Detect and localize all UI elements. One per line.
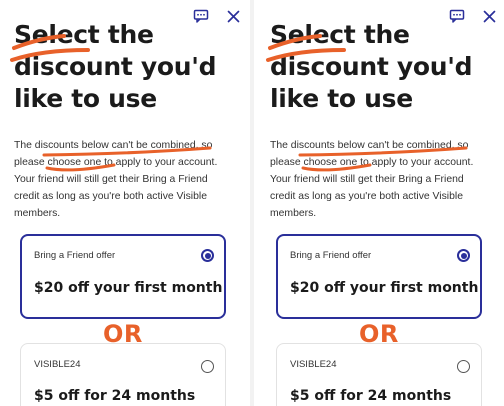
offer-card-bring-a-friend[interactable]: Bring a Friend offer $20 off your first …: [20, 234, 226, 319]
offer-label: Bring a Friend offer: [34, 250, 116, 261]
title-line: discount you'd: [270, 52, 473, 81]
offer-card-visible24[interactable]: VISIBLE24 $5 off for 24 months: [20, 343, 226, 406]
title-line: Select the: [14, 20, 154, 49]
offer-label: VISIBLE24: [290, 359, 337, 370]
panel-divider: [250, 0, 254, 406]
offer-label: Bring a Friend offer: [290, 250, 372, 261]
description-line: members.: [270, 208, 317, 219]
radio-unselected-icon[interactable]: [201, 360, 214, 373]
offer-value: $5 off for 24 months: [34, 388, 196, 404]
description-line: please choose one to apply to your accou…: [270, 157, 474, 168]
title-line: like to use: [270, 84, 413, 113]
description-line: Your friend will still get their Bring a…: [270, 174, 464, 185]
description-line: credit as long as you're both active Vis…: [14, 191, 207, 202]
offer-value: $20 off your first month: [34, 280, 223, 296]
radio-selected-icon[interactable]: [201, 249, 214, 262]
page-title: Select the discount you'd like to use: [14, 19, 234, 115]
radio-selected-icon[interactable]: [457, 249, 470, 262]
description-line: The discounts below can't be combined, s…: [14, 140, 213, 151]
description-line: credit as long as you're both active Vis…: [270, 191, 463, 202]
description-line: please choose one to apply to your accou…: [14, 157, 218, 168]
title-line: discount you'd: [14, 52, 217, 81]
title-line: Select the: [270, 20, 410, 49]
description: The discounts below can't be combined, s…: [270, 137, 498, 222]
discount-panel-left: Select the discount you'd like to use Th…: [0, 0, 248, 406]
offer-card-visible24[interactable]: VISIBLE24 $5 off for 24 months: [276, 343, 482, 406]
page-title: Select the discount you'd like to use: [270, 19, 490, 115]
description-line: The discounts below can't be combined, s…: [270, 140, 469, 151]
offer-value: $20 off your first month: [290, 280, 479, 296]
offer-card-bring-a-friend[interactable]: Bring a Friend offer $20 off your first …: [276, 234, 482, 319]
description-line: members.: [14, 208, 61, 219]
radio-unselected-icon[interactable]: [457, 360, 470, 373]
description: The discounts below can't be combined, s…: [14, 137, 242, 222]
offer-value: $5 off for 24 months: [290, 388, 452, 404]
description-line: Your friend will still get their Bring a…: [14, 174, 208, 185]
title-line: like to use: [14, 84, 157, 113]
discount-panel-right: Select the discount you'd like to use Th…: [256, 0, 504, 406]
offer-label: VISIBLE24: [34, 359, 81, 370]
